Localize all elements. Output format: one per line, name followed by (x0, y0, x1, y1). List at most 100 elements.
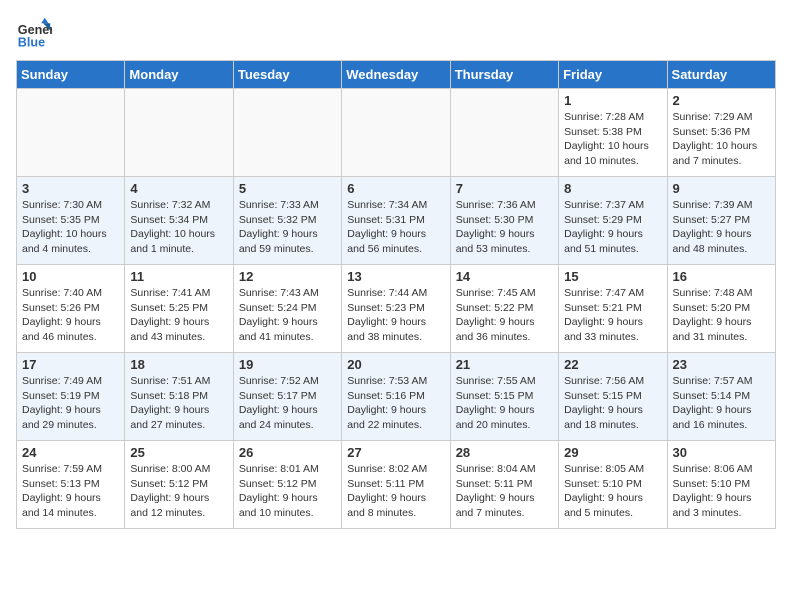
calendar-cell: 11 Sunrise: 7:41 AM Sunset: 5:25 PM Dayli… (125, 265, 233, 353)
calendar-cell: 20 Sunrise: 7:53 AM Sunset: 5:16 PM Dayli… (342, 353, 450, 441)
day-number: 9 (673, 181, 770, 196)
calendar-cell: 10 Sunrise: 7:40 AM Sunset: 5:26 PM Dayli… (17, 265, 125, 353)
day-number: 20 (347, 357, 444, 372)
day-info: Sunrise: 7:56 AM Sunset: 5:15 PM Dayligh… (564, 374, 661, 433)
day-number: 21 (456, 357, 553, 372)
calendar-cell: 25 Sunrise: 8:00 AM Sunset: 5:12 PM Dayli… (125, 441, 233, 529)
day-number: 13 (347, 269, 444, 284)
calendar-cell (233, 89, 341, 177)
day-info: Sunrise: 7:28 AM Sunset: 5:38 PM Dayligh… (564, 110, 661, 169)
day-number: 14 (456, 269, 553, 284)
day-number: 26 (239, 445, 336, 460)
calendar-cell: 26 Sunrise: 8:01 AM Sunset: 5:12 PM Dayli… (233, 441, 341, 529)
day-info: Sunrise: 7:48 AM Sunset: 5:20 PM Dayligh… (673, 286, 770, 345)
day-info: Sunrise: 7:34 AM Sunset: 5:31 PM Dayligh… (347, 198, 444, 257)
day-number: 16 (673, 269, 770, 284)
day-number: 11 (130, 269, 227, 284)
calendar-cell: 13 Sunrise: 7:44 AM Sunset: 5:23 PM Dayli… (342, 265, 450, 353)
day-info: Sunrise: 7:36 AM Sunset: 5:30 PM Dayligh… (456, 198, 553, 257)
weekday-header: Thursday (450, 61, 558, 89)
calendar-cell: 22 Sunrise: 7:56 AM Sunset: 5:15 PM Dayli… (559, 353, 667, 441)
day-info: Sunrise: 7:53 AM Sunset: 5:16 PM Dayligh… (347, 374, 444, 433)
day-info: Sunrise: 8:02 AM Sunset: 5:11 PM Dayligh… (347, 462, 444, 521)
day-number: 5 (239, 181, 336, 196)
calendar-cell: 3 Sunrise: 7:30 AM Sunset: 5:35 PM Daylig… (17, 177, 125, 265)
day-info: Sunrise: 7:39 AM Sunset: 5:27 PM Dayligh… (673, 198, 770, 257)
day-number: 24 (22, 445, 119, 460)
day-info: Sunrise: 7:33 AM Sunset: 5:32 PM Dayligh… (239, 198, 336, 257)
day-info: Sunrise: 7:52 AM Sunset: 5:17 PM Dayligh… (239, 374, 336, 433)
calendar-cell: 8 Sunrise: 7:37 AM Sunset: 5:29 PM Daylig… (559, 177, 667, 265)
day-number: 29 (564, 445, 661, 460)
day-info: Sunrise: 7:44 AM Sunset: 5:23 PM Dayligh… (347, 286, 444, 345)
day-number: 22 (564, 357, 661, 372)
day-info: Sunrise: 7:45 AM Sunset: 5:22 PM Dayligh… (456, 286, 553, 345)
day-info: Sunrise: 7:32 AM Sunset: 5:34 PM Dayligh… (130, 198, 227, 257)
calendar-cell: 24 Sunrise: 7:59 AM Sunset: 5:13 PM Dayli… (17, 441, 125, 529)
day-number: 12 (239, 269, 336, 284)
calendar-cell: 18Sunrise: 7:51 AM Sunset: 5:18 PM Dayli… (125, 353, 233, 441)
day-info: Sunrise: 7:59 AM Sunset: 5:13 PM Dayligh… (22, 462, 119, 521)
svg-text:Blue: Blue (18, 36, 45, 50)
weekday-header: Monday (125, 61, 233, 89)
calendar-cell: 29 Sunrise: 8:05 AM Sunset: 5:10 PM Dayli… (559, 441, 667, 529)
weekday-header: Saturday (667, 61, 775, 89)
day-info: Sunrise: 8:00 AM Sunset: 5:12 PM Dayligh… (130, 462, 227, 521)
calendar-cell: 23 Sunrise: 7:57 AM Sunset: 5:14 PM Dayli… (667, 353, 775, 441)
day-info: Sunrise: 7:41 AM Sunset: 5:25 PM Dayligh… (130, 286, 227, 345)
calendar-cell (17, 89, 125, 177)
day-number: 4 (130, 181, 227, 196)
calendar-cell: 17 Sunrise: 7:49 AM Sunset: 5:19 PM Dayli… (17, 353, 125, 441)
calendar-cell: 30 Sunrise: 8:06 AM Sunset: 5:10 PM Dayli… (667, 441, 775, 529)
day-number: 1 (564, 93, 661, 108)
day-info: Sunrise: 7:57 AM Sunset: 5:14 PM Dayligh… (673, 374, 770, 433)
calendar-cell: 28Sunrise: 8:04 AM Sunset: 5:11 PM Dayli… (450, 441, 558, 529)
day-number: 10 (22, 269, 119, 284)
day-info: Sunrise: 8:06 AM Sunset: 5:10 PM Dayligh… (673, 462, 770, 521)
day-number: 17 (22, 357, 119, 372)
calendar-cell (450, 89, 558, 177)
day-info: Sunrise: 7:37 AM Sunset: 5:29 PM Dayligh… (564, 198, 661, 257)
day-number: 3 (22, 181, 119, 196)
day-number: 18 (130, 357, 227, 372)
day-info: Sunrise: 8:05 AM Sunset: 5:10 PM Dayligh… (564, 462, 661, 521)
day-number: 6 (347, 181, 444, 196)
calendar-cell: 19Sunrise: 7:52 AM Sunset: 5:17 PM Dayli… (233, 353, 341, 441)
day-number: 25 (130, 445, 227, 460)
calendar-cell: 6 Sunrise: 7:34 AM Sunset: 5:31 PM Daylig… (342, 177, 450, 265)
day-info: Sunrise: 7:47 AM Sunset: 5:21 PM Dayligh… (564, 286, 661, 345)
calendar-cell: 16 Sunrise: 7:48 AM Sunset: 5:20 PM Dayli… (667, 265, 775, 353)
calendar-cell (125, 89, 233, 177)
weekday-header: Friday (559, 61, 667, 89)
day-number: 8 (564, 181, 661, 196)
day-number: 15 (564, 269, 661, 284)
calendar-cell: 14 Sunrise: 7:45 AM Sunset: 5:22 PM Dayli… (450, 265, 558, 353)
calendar-cell: 4 Sunrise: 7:32 AM Sunset: 5:34 PM Daylig… (125, 177, 233, 265)
calendar-cell: 5 Sunrise: 7:33 AM Sunset: 5:32 PM Daylig… (233, 177, 341, 265)
day-number: 28 (456, 445, 553, 460)
calendar-cell: 7 Sunrise: 7:36 AM Sunset: 5:30 PM Daylig… (450, 177, 558, 265)
day-info: Sunrise: 7:49 AM Sunset: 5:19 PM Dayligh… (22, 374, 119, 433)
calendar-cell: 2 Sunrise: 7:29 AM Sunset: 5:36 PM Daylig… (667, 89, 775, 177)
day-info: Sunrise: 7:30 AM Sunset: 5:35 PM Dayligh… (22, 198, 119, 257)
day-info: Sunrise: 7:43 AM Sunset: 5:24 PM Dayligh… (239, 286, 336, 345)
calendar-cell (342, 89, 450, 177)
calendar-cell: 21Sunrise: 7:55 AM Sunset: 5:15 PM Dayli… (450, 353, 558, 441)
day-info: Sunrise: 7:40 AM Sunset: 5:26 PM Dayligh… (22, 286, 119, 345)
page-header: General Blue (16, 16, 776, 52)
day-number: 30 (673, 445, 770, 460)
calendar-cell: 15 Sunrise: 7:47 AM Sunset: 5:21 PM Dayli… (559, 265, 667, 353)
logo: General Blue (16, 16, 56, 52)
day-number: 7 (456, 181, 553, 196)
day-info: Sunrise: 7:29 AM Sunset: 5:36 PM Dayligh… (673, 110, 770, 169)
day-number: 2 (673, 93, 770, 108)
calendar-cell: 9 Sunrise: 7:39 AM Sunset: 5:27 PM Daylig… (667, 177, 775, 265)
weekday-header: Wednesday (342, 61, 450, 89)
calendar-cell: 27Sunrise: 8:02 AM Sunset: 5:11 PM Dayli… (342, 441, 450, 529)
calendar-cell: 12 Sunrise: 7:43 AM Sunset: 5:24 PM Dayli… (233, 265, 341, 353)
calendar-table: SundayMondayTuesdayWednesdayThursdayFrid… (16, 60, 776, 529)
day-number: 23 (673, 357, 770, 372)
logo-icon: General Blue (16, 16, 52, 52)
day-info: Sunrise: 8:01 AM Sunset: 5:12 PM Dayligh… (239, 462, 336, 521)
weekday-header: Tuesday (233, 61, 341, 89)
